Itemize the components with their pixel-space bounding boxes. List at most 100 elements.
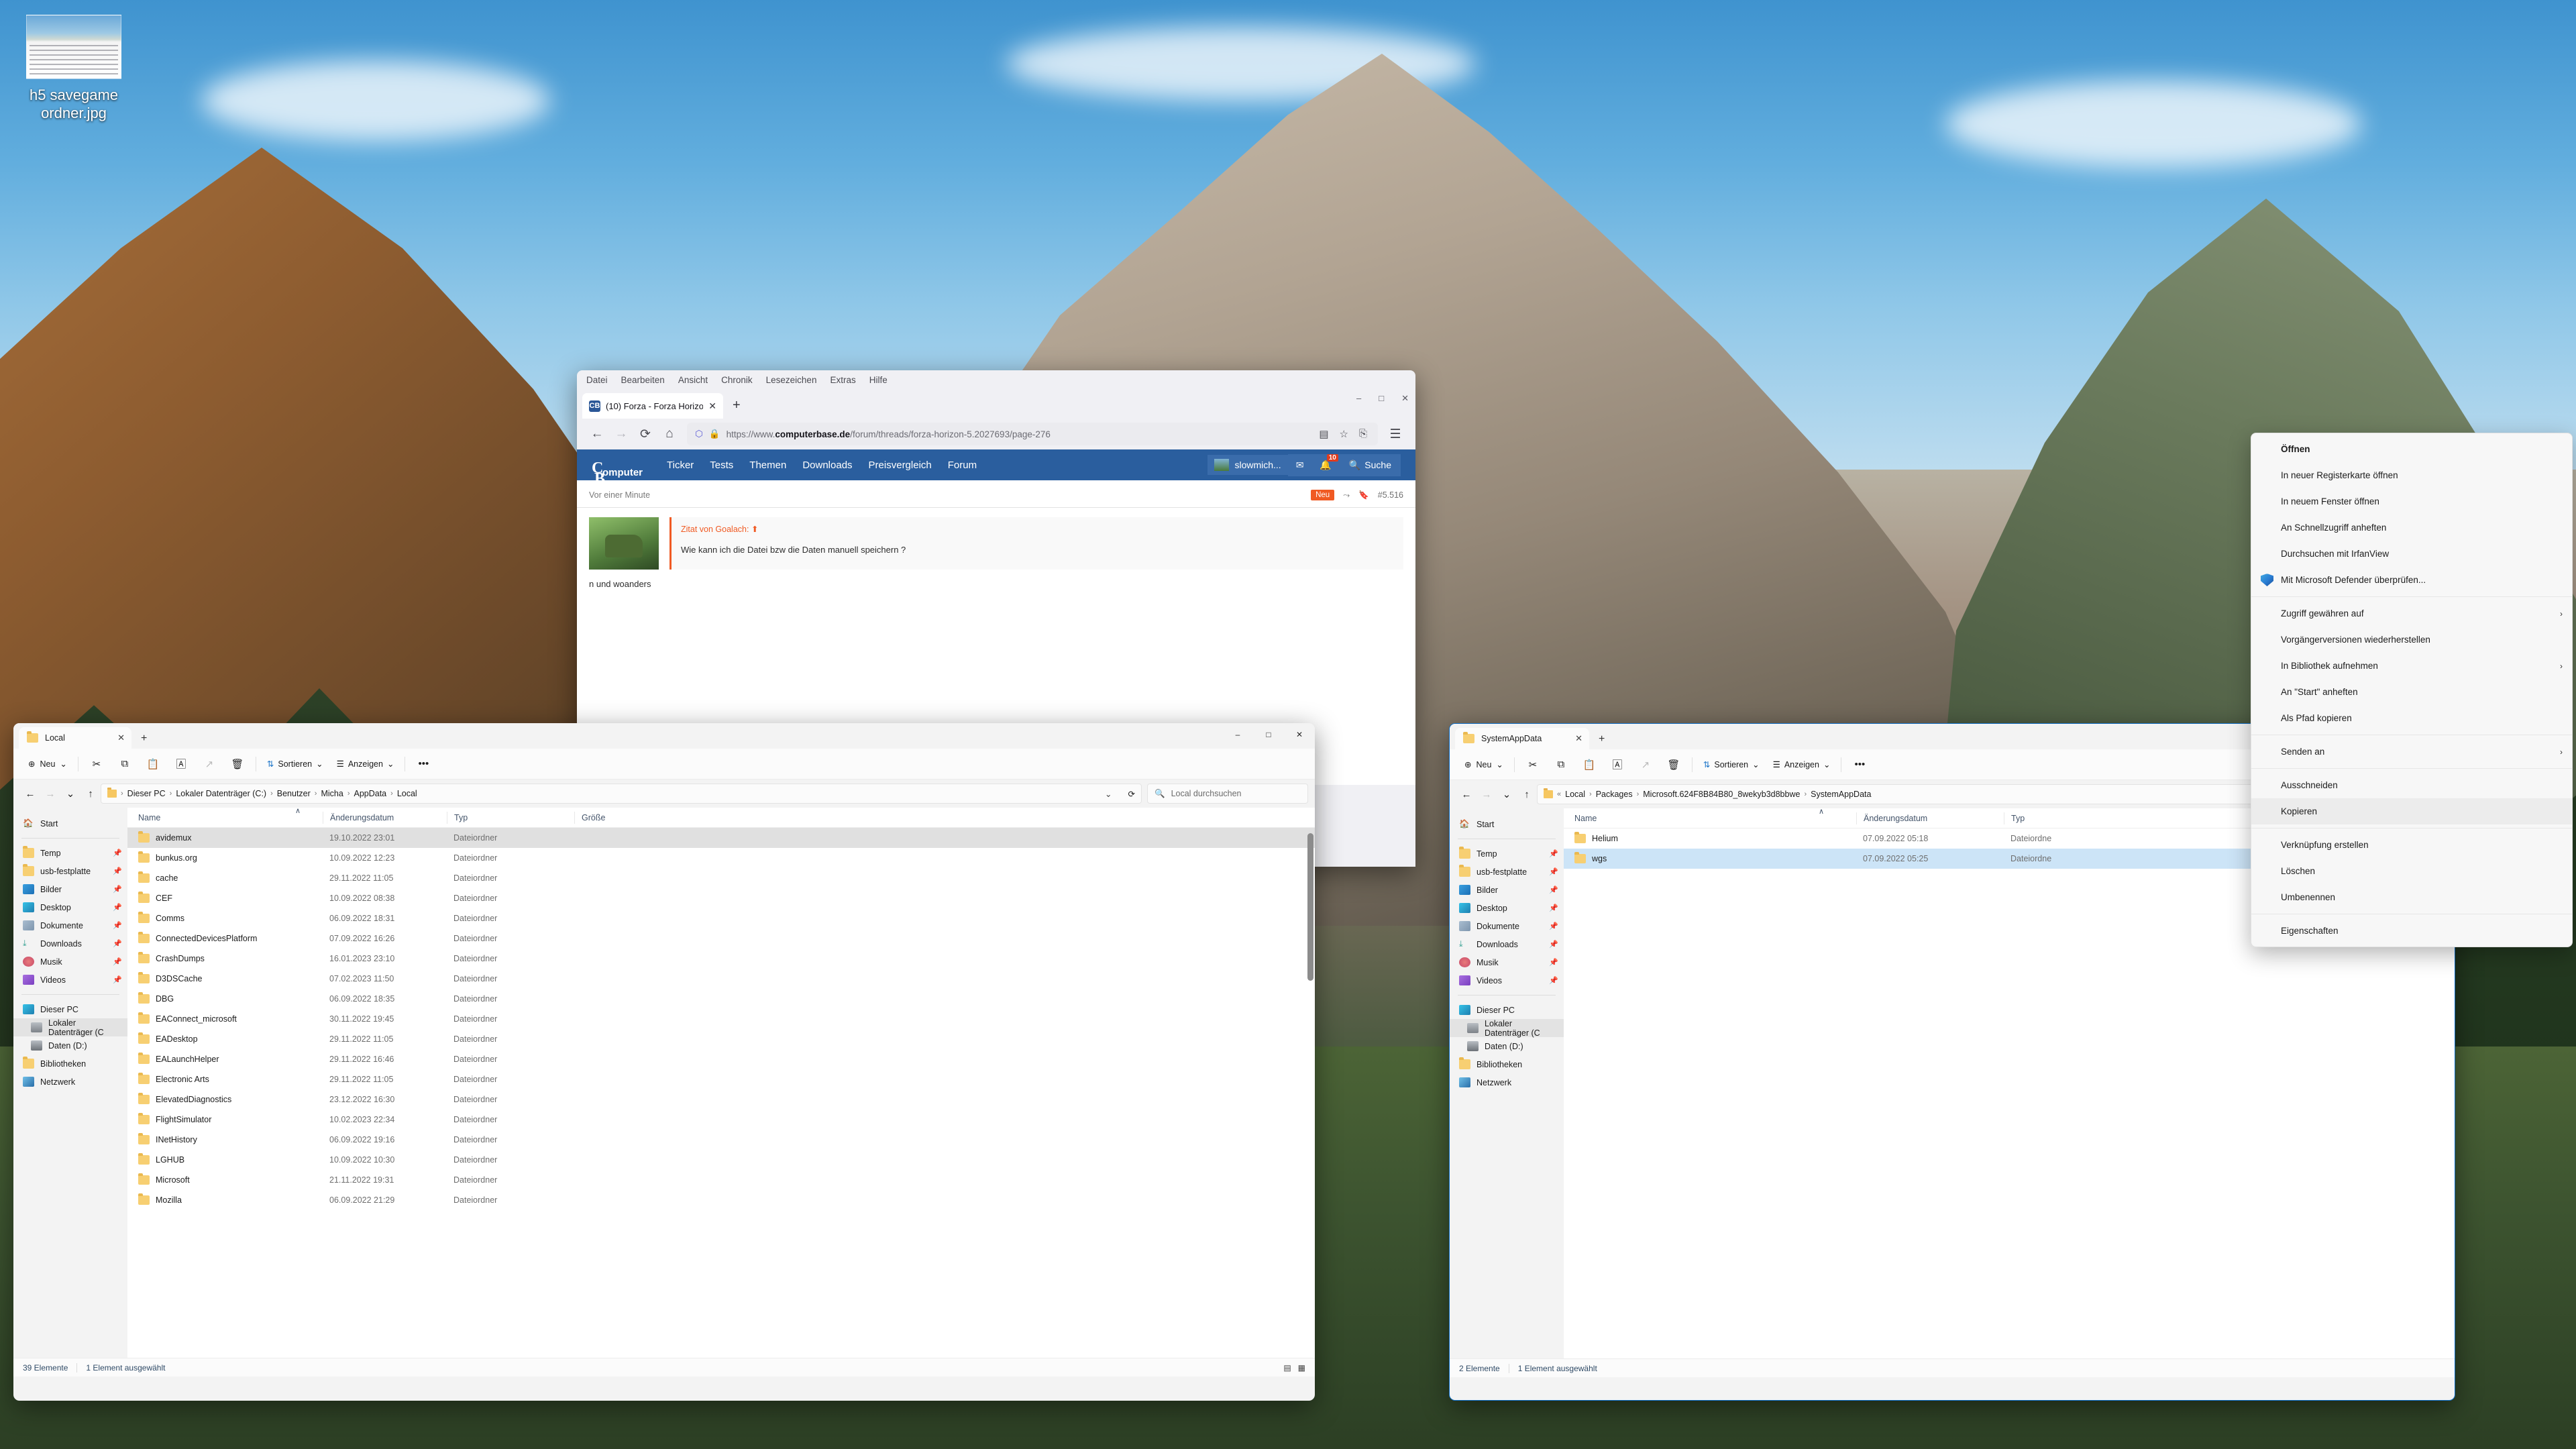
sidebar-item-bilder[interactable]: Bilder 📌 (13, 880, 127, 898)
close-icon[interactable]: ✕ (117, 733, 125, 743)
share-icon[interactable]: ↗ (195, 754, 223, 774)
sidebar-item-daten-d[interactable]: Daten (D:) (1450, 1037, 1564, 1055)
sidebar-item-videos[interactable]: Videos 📌 (1450, 971, 1564, 989)
new-tab-button[interactable]: + (141, 733, 147, 749)
sidebar-item-bibliotheken[interactable]: Bibliotheken (1450, 1055, 1564, 1073)
menu-lesezeichen[interactable]: Lesezeichen (766, 375, 817, 385)
pin-icon[interactable]: 📌 (1549, 922, 1558, 930)
nav-downloads[interactable]: Downloads (802, 460, 852, 471)
forward-icon[interactable]: → (609, 423, 633, 445)
sort-button[interactable]: ⇅ Sortieren ⌄ (1697, 759, 1766, 769)
close-button[interactable]: ✕ (1284, 723, 1315, 746)
up-icon[interactable]: ↑ (80, 784, 101, 804)
pin-icon[interactable]: 📌 (113, 957, 122, 966)
context-menu[interactable]: ÖffnenIn neuer Registerkarte öffnenIn ne… (2251, 433, 2573, 947)
menu-item-an-schnellzugriff-anheften[interactable]: An Schnellzugriff anheften (2251, 515, 2572, 541)
menu-item-l-schen[interactable]: Löschen (2251, 858, 2572, 884)
tiles-view-icon[interactable]: ▦ (1298, 1363, 1305, 1373)
pin-icon[interactable]: 📌 (113, 939, 122, 948)
column-header-type[interactable]: Typ (447, 812, 574, 824)
table-row[interactable]: D3DSCache07.02.2023 11:50Dateiordner (127, 969, 1315, 989)
breadcrumb-item-3[interactable]: SystemAppData (1811, 790, 1871, 799)
nav-themen[interactable]: Themen (749, 460, 786, 471)
maximize-button[interactable]: □ (1379, 393, 1384, 404)
breadcrumb-item-3[interactable]: Micha (321, 789, 343, 798)
menu-item-als-pfad-kopieren[interactable]: Als Pfad kopieren (2251, 705, 2572, 731)
breadcrumb-item-2[interactable]: Benutzer (277, 789, 311, 798)
new-button[interactable]: ⊕ Neu ⌄ (21, 759, 74, 769)
firefox-window-controls[interactable]: – □ ✕ (1356, 393, 1409, 404)
table-row[interactable]: DBG06.09.2022 18:35Dateiordner (127, 989, 1315, 1009)
pin-icon[interactable]: 📌 (1549, 885, 1558, 894)
sidebar-item-downloads[interactable]: ⤓ Downloads 📌 (13, 934, 127, 953)
chevron-down-icon[interactable]: ⌄ (60, 759, 66, 769)
reader-view-icon[interactable]: ▤ (1319, 428, 1328, 440)
minimize-button[interactable]: – (1222, 723, 1253, 746)
minimize-button[interactable]: – (1356, 393, 1361, 404)
pin-icon[interactable]: 📌 (113, 903, 122, 912)
vertical-scrollbar[interactable] (1307, 833, 1313, 981)
table-row[interactable]: FlightSimulator10.02.2023 22:34Dateiordn… (127, 1110, 1315, 1130)
bookmark-star-icon[interactable]: ☆ (1340, 428, 1348, 440)
pin-icon[interactable]: 📌 (1549, 849, 1558, 858)
sidebar-item-bibliotheken[interactable]: Bibliotheken (13, 1055, 127, 1073)
sidebar-item-bilder[interactable]: Bilder 📌 (1450, 881, 1564, 899)
menu-item-eigenschaften[interactable]: Eigenschaften (2251, 918, 2572, 944)
menu-hilfe[interactable]: Hilfe (869, 375, 888, 385)
explorer-toolbar[interactable]: ⊕ Neu ⌄ ✂ ⧉ 📋 🄰 ↗ 🗑 ⇅ Sortieren ⌄ ☰ Anze… (13, 749, 1315, 780)
table-row[interactable]: CEF10.09.2022 08:38Dateiordner (127, 888, 1315, 908)
table-row[interactable]: EADesktop29.11.2022 11:05Dateiordner (127, 1029, 1315, 1049)
sort-button[interactable]: ⇅ Sortieren ⌄ (260, 759, 330, 769)
pin-icon[interactable]: 📌 (113, 867, 122, 875)
nav-ticker[interactable]: Ticker (667, 460, 694, 471)
table-row[interactable]: Mozilla06.09.2022 21:29Dateiordner (127, 1190, 1315, 1210)
paste-icon[interactable]: 📋 (1575, 755, 1603, 775)
sidebar-item-musik[interactable]: Musik 📌 (13, 953, 127, 971)
pin-icon[interactable]: 📌 (1549, 867, 1558, 876)
hamburger-menu-icon[interactable]: ☰ (1383, 423, 1407, 445)
menu-item-senden-an[interactable]: Senden an› (2251, 739, 2572, 765)
close-button[interactable]: ✕ (1401, 393, 1409, 404)
column-header-size[interactable]: Größe (574, 812, 682, 824)
explorer-tab-systemappdata[interactable]: SystemAppData ✕ (1455, 728, 1589, 749)
view-button[interactable]: ☰ Anzeigen ⌄ (330, 759, 401, 769)
column-headers[interactable]: Name Änderungsdatum Typ Größe ∧ (127, 808, 1315, 828)
breadcrumb-item-0[interactable]: Local (1565, 790, 1585, 799)
pin-icon[interactable]: 📌 (113, 975, 122, 984)
chevron-down-icon[interactable]: ⌄ (316, 759, 323, 769)
envelope-icon[interactable]: ✉ (1288, 454, 1312, 476)
breadcrumb-item-5[interactable]: Local (397, 789, 417, 798)
menu-item-umbenennen[interactable]: Umbenennen (2251, 884, 2572, 910)
computerbase-user-area[interactable]: slowmich... ✉ 🔔 10 🔍 Suche (1208, 454, 1401, 476)
chevron-down-icon[interactable]: ⌄ (387, 759, 394, 769)
copy-icon[interactable]: ⧉ (1547, 755, 1575, 775)
table-row[interactable]: EAConnect_microsoft30.11.2022 19:45Datei… (127, 1009, 1315, 1029)
recent-locations-icon[interactable]: ⌄ (1497, 784, 1517, 804)
menu-ansicht[interactable]: Ansicht (678, 375, 708, 385)
menu-item-ausschneiden[interactable]: Ausschneiden (2251, 772, 2572, 798)
breadcrumb-overflow[interactable]: « (1557, 790, 1561, 798)
navigation-pane[interactable]: 🏠 Start Temp 📌 usb-festplatte 📌 Bilder (13, 808, 127, 1358)
menu-item-kopieren[interactable]: Kopieren (2251, 798, 2572, 824)
menu-bearbeiten[interactable]: Bearbeiten (621, 375, 665, 385)
cut-icon[interactable]: ✂ (83, 754, 111, 774)
browser-tab[interactable]: CB (10) Forza - Forza Horizon 5| Se ✕ (582, 393, 723, 419)
user-menu[interactable]: slowmich... (1208, 455, 1287, 475)
back-icon[interactable]: ← (585, 423, 609, 445)
nav-tests[interactable]: Tests (710, 460, 733, 471)
column-header-name[interactable]: Name (131, 812, 323, 824)
table-row[interactable]: Microsoft21.11.2022 19:31Dateiordner (127, 1170, 1315, 1190)
table-row[interactable]: bunkus.org10.09.2022 12:23Dateiordner (127, 848, 1315, 868)
firefox-navbar[interactable]: ← → ⟳ ⌂ ⬡ 🔒 https://www.computerbase.de/… (577, 419, 1415, 449)
file-rows[interactable]: avidemux19.10.2022 23:01Dateiordnerbunku… (127, 828, 1315, 1210)
pin-icon[interactable]: 📌 (1549, 958, 1558, 967)
pin-icon[interactable]: 📌 (113, 885, 122, 894)
up-icon[interactable]: ↑ (1517, 784, 1537, 804)
pin-icon[interactable]: 📌 (1549, 904, 1558, 912)
sidebar-item-lokaler-datentraeger[interactable]: Lokaler Datenträger (C (13, 1018, 127, 1036)
menu-extras[interactable]: Extras (830, 375, 855, 385)
table-row[interactable]: CrashDumps16.01.2023 23:10Dateiordner (127, 949, 1315, 969)
jump-to-post-icon[interactable]: ⬆ (751, 525, 758, 534)
details-view-icon[interactable]: ▤ (1283, 1363, 1291, 1373)
more-options-icon[interactable]: ••• (409, 754, 437, 774)
